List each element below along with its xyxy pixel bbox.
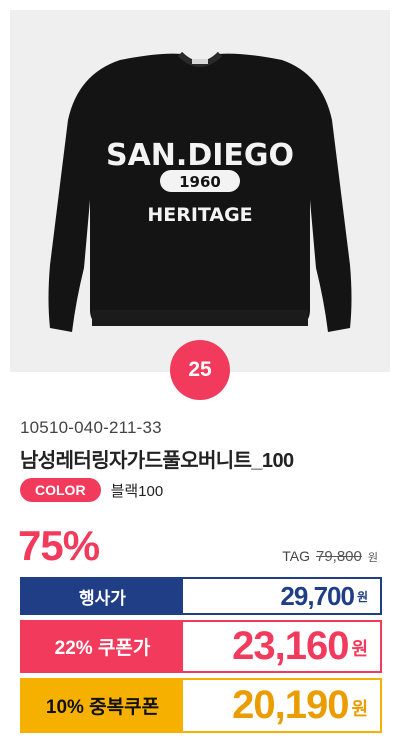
tag-unit: 원 — [367, 552, 378, 564]
coupon-price-box: 23,160 원 — [183, 622, 380, 671]
double-coupon-price-row: 10% 중복쿠폰 20,190 원 — [20, 678, 382, 733]
color-row: COLOR 블랙100 — [20, 478, 163, 502]
color-label-badge: COLOR — [20, 478, 101, 502]
coupon-price-unit: 원 — [351, 639, 368, 659]
print-line2: 1960 — [179, 173, 221, 191]
tag-price-row: TAG 79,800 원 — [282, 548, 378, 565]
tag-label: TAG — [282, 548, 310, 564]
coupon-price-value: 23,160 — [232, 624, 349, 668]
double-coupon-price-value: 20,190 — [232, 683, 349, 727]
tag-price: 79,800 — [315, 548, 362, 565]
sale-price-value: 29,700 — [280, 580, 355, 611]
double-coupon-price-box: 20,190 원 — [183, 680, 380, 731]
product-sku: 10510-040-211-33 — [20, 418, 162, 437]
sale-price-unit: 원 — [356, 590, 368, 604]
product-image[interactable]: SAN.DIEGO 1960 HERITAGE — [10, 10, 390, 372]
coupon-price-label: 22% 쿠폰가 — [22, 622, 183, 671]
sale-price-label: 행사가 — [22, 579, 183, 613]
print-line3: HERITAGE — [147, 204, 252, 226]
product-name[interactable]: 남성레터링자가드풀오버니트_100 — [20, 444, 294, 473]
discount-rate: 75% — [18, 522, 100, 569]
print-line1: SAN.DIEGO — [106, 138, 294, 173]
sale-price-row: 행사가 29,700 원 — [20, 577, 382, 615]
sale-price-box: 29,700 원 — [183, 579, 380, 613]
coupon-price-row: 22% 쿠폰가 23,160 원 — [20, 620, 382, 673]
double-coupon-price-unit: 원 — [351, 699, 368, 719]
rank-badge: 25 — [170, 340, 230, 400]
double-coupon-price-label: 10% 중복쿠폰 — [22, 680, 183, 731]
color-value: 블랙100 — [110, 482, 164, 500]
